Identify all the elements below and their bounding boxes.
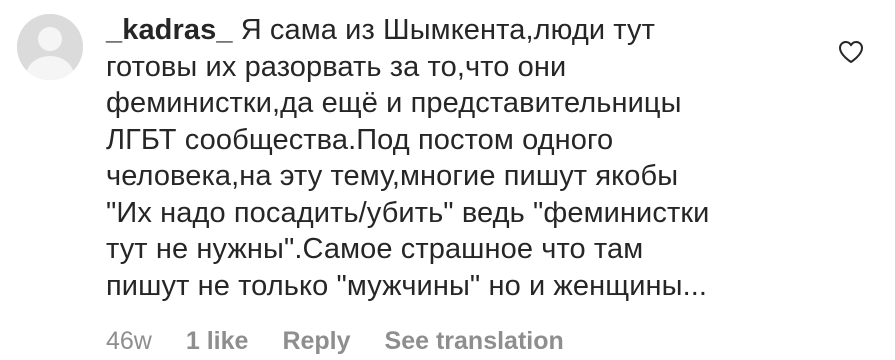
comment-line: "Их надо посадить/убить" ведь "феминистк…	[106, 196, 710, 229]
see-translation-button[interactable]: See translation	[385, 327, 564, 356]
avatar[interactable]	[17, 14, 83, 80]
comment-line: готовы их разорвать за то,что они	[106, 50, 567, 83]
comment-line: человека,на эту тему,многие пишут якобы	[106, 160, 679, 192]
comment-first-line: _kadras_ Я сама из Шымкента,люди тут	[106, 12, 826, 49]
comment-line: ЛГБТ сообщества.Под постом одного	[106, 123, 614, 156]
likes-count-button[interactable]: 1 like	[186, 327, 249, 356]
default-avatar-icon	[17, 14, 83, 80]
username-link[interactable]: _kadras_	[106, 14, 233, 46]
heart-outline-icon[interactable]	[838, 40, 864, 64]
comment-meta: 46w 1 like Reply See translation	[106, 327, 564, 356]
comment-line: тут не нужны".Самое страшное что там	[106, 233, 644, 265]
comment: _kadras_ Я сама из Шымкента,люди тут гот…	[0, 0, 895, 360]
comment-line: феминистки,да ещё и представительницы	[106, 87, 682, 119]
comment-text: _kadras_ Я сама из Шымкента,люди тут гот…	[106, 12, 826, 304]
comment-age: 46w	[106, 327, 152, 355]
comment-line: пишут не только "мужчины" но и женщины..…	[106, 269, 708, 302]
comment-line: Я сама из Шымкента,люди тут	[232, 14, 655, 46]
reply-button[interactable]: Reply	[282, 327, 350, 356]
